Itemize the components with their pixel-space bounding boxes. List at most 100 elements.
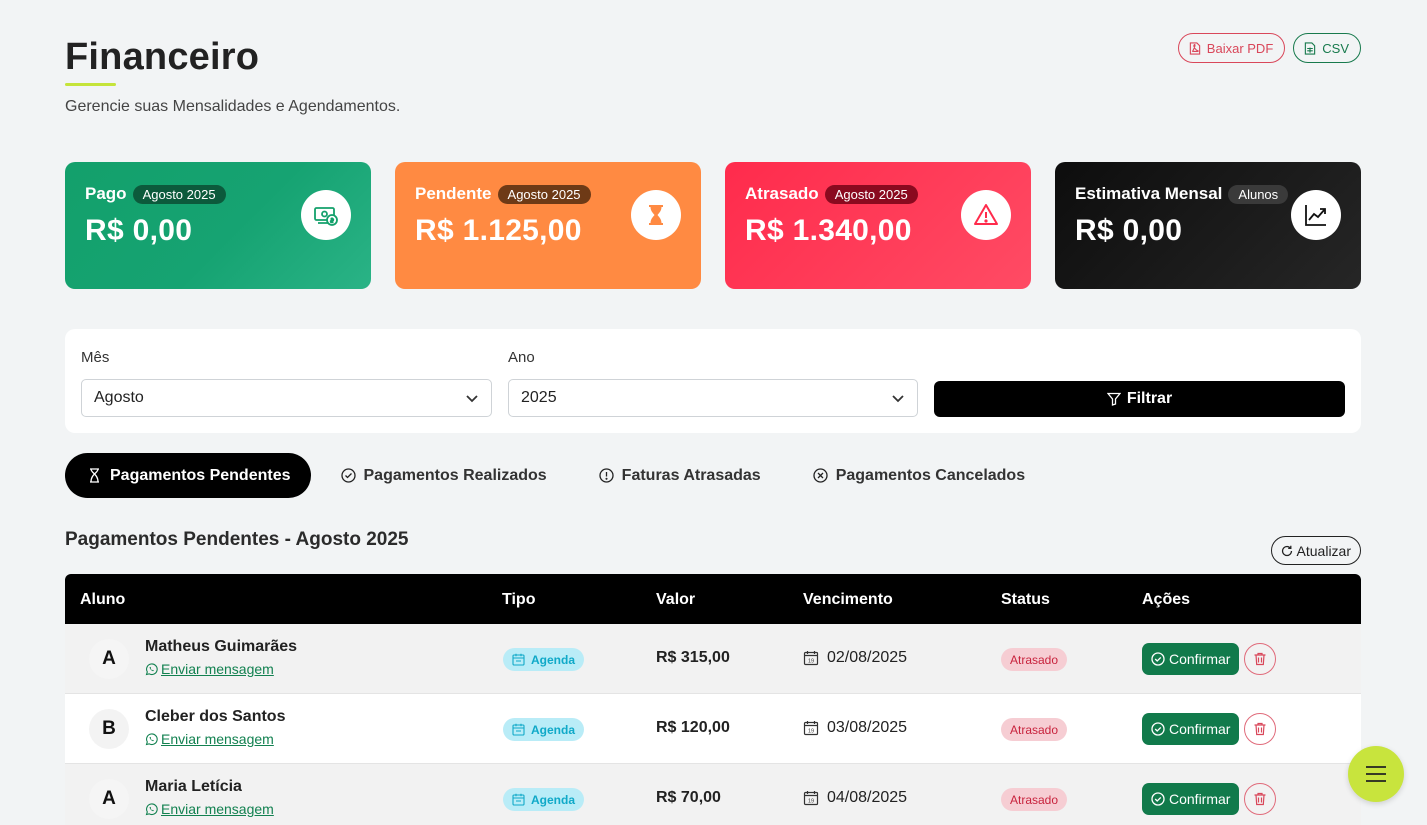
student-name: Maria Letícia — [145, 778, 242, 795]
payment-tabs: Pagamentos Pendentes Pagamentos Realizad… — [65, 453, 1047, 498]
send-message-link[interactable]: Enviar mensagem — [145, 801, 274, 817]
send-message-link[interactable]: Enviar mensagem — [145, 731, 274, 747]
filter-button-label: Filtrar — [1126, 390, 1173, 407]
chevron-down-icon — [466, 395, 478, 403]
svg-text:19: 19 — [808, 799, 814, 805]
type-badge: Agenda — [503, 648, 585, 671]
calendar-icon — [512, 723, 525, 736]
title-underline — [65, 83, 116, 86]
avatar: A — [89, 779, 129, 819]
warning-icon — [961, 190, 1011, 240]
month-select[interactable]: Agosto — [81, 379, 492, 417]
year-filter: Ano 2025 — [508, 349, 918, 417]
check-circle-icon — [1151, 722, 1165, 736]
card-badge: Agosto 2025 — [824, 184, 918, 204]
whatsapp-icon — [145, 662, 158, 675]
column-header-valor: Valor — [656, 591, 696, 608]
card-badge: Agosto 2025 — [132, 184, 226, 204]
x-circle-icon — [813, 468, 828, 483]
calendar-icon — [512, 653, 525, 666]
status-badge: Atrasado — [1001, 718, 1068, 741]
svg-text:19: 19 — [808, 729, 814, 735]
menu-fab-button[interactable] — [1348, 746, 1404, 802]
month-label: Mês — [81, 349, 110, 366]
card-badge: Agosto 2025 — [497, 184, 591, 204]
download-pdf-button[interactable]: Baixar PDF — [1177, 33, 1286, 63]
hourglass-icon — [90, 468, 99, 483]
calendar-icon — [512, 793, 525, 806]
check-circle-icon — [340, 468, 356, 483]
type-badge: Agenda — [503, 718, 585, 741]
card-estimativa: Estimativa Mensal Alunos R$ 0,00 — [1055, 162, 1361, 289]
tab-pagamentos-pendentes[interactable]: Pagamentos Pendentes — [65, 453, 311, 498]
tab-pagamentos-cancelados[interactable]: Pagamentos Cancelados — [791, 453, 1047, 498]
card-label: Estimativa Mensal — [1075, 184, 1223, 203]
download-csv-button[interactable]: CSV — [1293, 33, 1361, 63]
whatsapp-icon — [145, 732, 158, 745]
card-pendente: Pendente Agosto 2025 R$ 1.125,00 — [395, 162, 701, 289]
delete-payment-button[interactable] — [1244, 643, 1276, 675]
tab-pagamentos-realizados[interactable]: Pagamentos Realizados — [319, 453, 569, 498]
alert-circle-icon — [599, 468, 614, 483]
tab-label: Faturas Atrasadas — [621, 466, 761, 484]
type-badge: Agenda — [503, 788, 585, 811]
delete-payment-button[interactable] — [1244, 783, 1276, 815]
page-subtitle: Gerencie suas Mensalidades e Agendamento… — [65, 98, 401, 115]
export-buttons: Baixar PDF CSV — [1177, 33, 1361, 63]
hamburger-menu-icon — [1366, 766, 1386, 782]
download-csv-label: CSV — [1322, 40, 1349, 56]
due-date-label: 03/08/2025 — [827, 719, 908, 736]
page-header: Financeiro Gerencie suas Mensalidades e … — [65, 36, 400, 116]
check-circle-icon — [1151, 792, 1165, 806]
type-label: Agenda — [531, 792, 576, 807]
card-label: Atrasado — [745, 184, 819, 203]
refresh-button[interactable]: Atualizar — [1270, 536, 1361, 565]
trash-icon — [1254, 722, 1266, 736]
due-date-label: 04/08/2025 — [827, 789, 908, 806]
calendar-date-icon: 19 — [803, 791, 819, 806]
due-date: 19 02/08/2025 — [803, 649, 907, 667]
hourglass-icon — [631, 190, 681, 240]
student-name: Matheus Guimarães — [145, 638, 298, 655]
column-header-aluno: Aluno — [80, 591, 126, 608]
type-label: Agenda — [531, 722, 576, 737]
avatar: B — [89, 709, 129, 749]
type-label: Agenda — [531, 652, 576, 667]
student-name: Cleber dos Santos — [145, 708, 286, 725]
column-header-acoes: Ações — [1142, 591, 1191, 608]
table-row: A Matheus Guimarães Enviar mensagem Agen… — [65, 624, 1361, 694]
card-label: Pendente — [415, 184, 492, 203]
year-label: Ano — [508, 349, 535, 366]
whatsapp-icon — [145, 802, 158, 815]
status-badge: Atrasado — [1001, 788, 1068, 811]
amount: R$ 70,00 — [656, 789, 721, 806]
year-value: 2025 — [521, 389, 557, 406]
confirm-label: Confirmar — [1169, 721, 1231, 737]
trash-icon — [1254, 652, 1266, 666]
tab-faturas-atrasadas[interactable]: Faturas Atrasadas — [577, 453, 783, 498]
filter-button[interactable]: Filtrar — [934, 381, 1345, 417]
column-header-status: Status — [1001, 591, 1050, 608]
summary-cards: Pago Agosto 2025 R$ 0,00 Pendente Agosto… — [65, 162, 1361, 289]
table-row: B Cleber dos Santos Enviar mensagem Agen… — [65, 694, 1361, 764]
send-message-link[interactable]: Enviar mensagem — [145, 661, 274, 677]
send-message-label: Enviar mensagem — [161, 731, 274, 747]
month-filter: Mês Agosto — [81, 349, 492, 417]
amount: R$ 120,00 — [656, 719, 730, 736]
due-date: 19 04/08/2025 — [803, 789, 907, 807]
page-title: Financeiro — [65, 36, 260, 78]
card-pago: Pago Agosto 2025 R$ 0,00 — [65, 162, 371, 289]
calendar-date-icon: 19 — [803, 651, 819, 666]
year-select[interactable]: 2025 — [508, 379, 918, 417]
tab-label: Pagamentos Cancelados — [835, 466, 1026, 484]
confirm-payment-button[interactable]: Confirmar — [1142, 643, 1240, 675]
confirm-payment-button[interactable]: Confirmar — [1142, 713, 1240, 745]
trash-icon — [1254, 792, 1266, 806]
due-date-label: 02/08/2025 — [827, 649, 908, 666]
confirm-payment-button[interactable]: Confirmar — [1142, 783, 1240, 815]
card-badge: Alunos — [1228, 184, 1289, 204]
delete-payment-button[interactable] — [1244, 713, 1276, 745]
section-title: Pagamentos Pendentes - Agosto 2025 — [65, 529, 409, 550]
refresh-icon — [1281, 545, 1292, 556]
filters-panel: Mês Agosto Ano 2025 Filtrar — [65, 329, 1361, 433]
